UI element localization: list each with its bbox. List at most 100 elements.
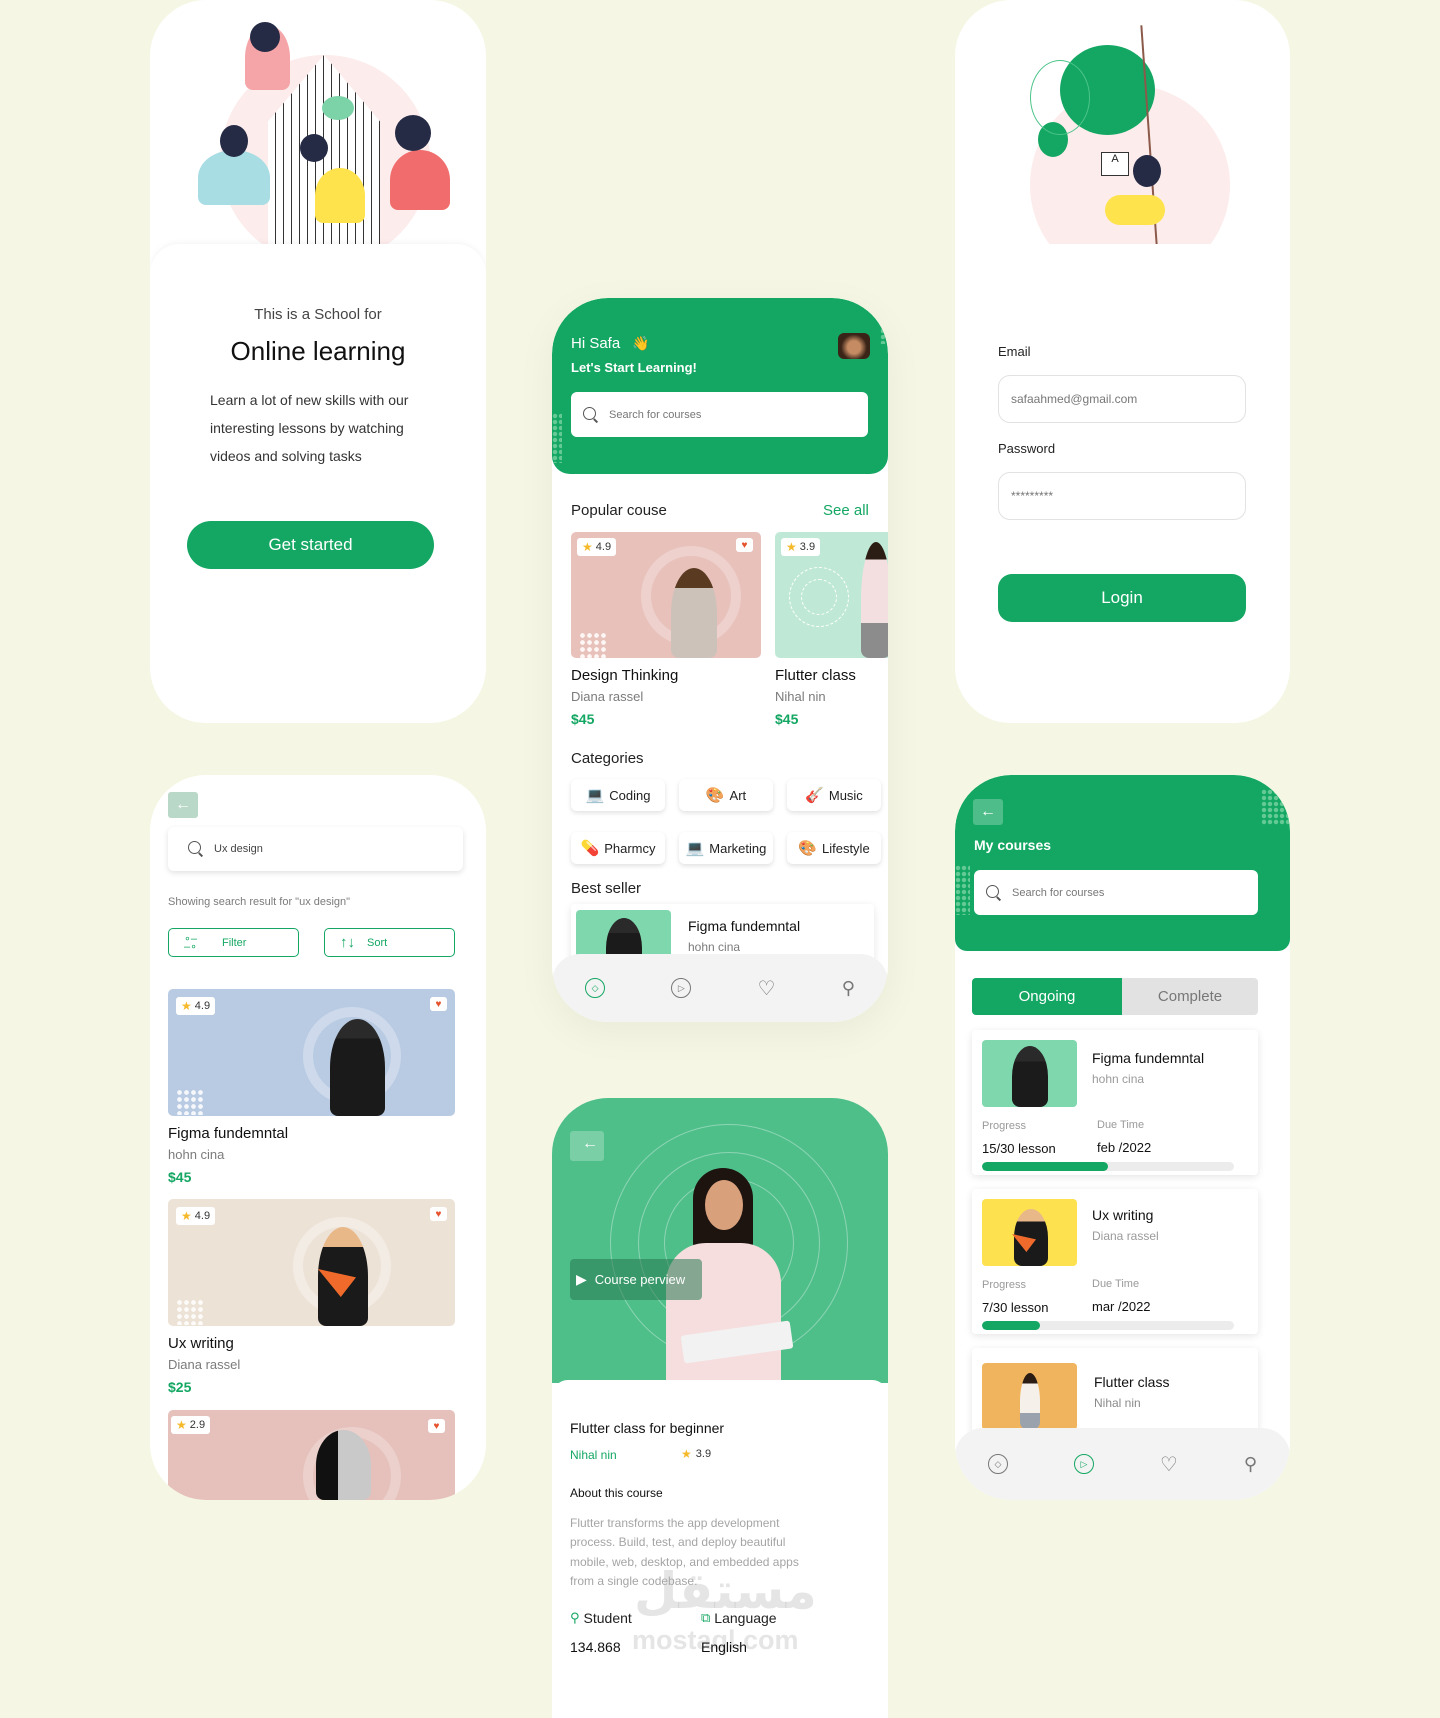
sort-button[interactable]: ↑↓ Sort xyxy=(324,928,455,957)
filter-label: Filter xyxy=(222,936,247,949)
description-line-1: Learn a lot of new skills with our xyxy=(210,392,409,408)
back-button[interactable]: ← xyxy=(168,792,198,818)
result-card[interactable]: ★ 4.9 ♥ xyxy=(168,1199,455,1326)
bottom-nav: ◇ ▷ ♡ ⚲ xyxy=(552,954,888,1022)
search-input[interactable]: Ux design xyxy=(168,827,463,871)
language-icon: ⧉ xyxy=(701,1610,711,1625)
login-button[interactable]: Login xyxy=(998,574,1246,622)
instructor-name[interactable]: Nihal nin xyxy=(570,1448,617,1462)
email-value: safaahmed@gmail.com xyxy=(1011,392,1138,406)
home-header: Hi Safa 👋 Let's Start Learning! Search f… xyxy=(552,298,888,474)
subtitle: Let's Start Learning! xyxy=(571,360,697,375)
rating-badge: ★ 2.9 xyxy=(171,1416,211,1434)
star-icon: ★ xyxy=(181,1209,192,1223)
decor-dots xyxy=(1261,789,1290,825)
thumb-ring xyxy=(801,579,837,615)
course-card[interactable]: ★ 4.9 ♥ xyxy=(571,532,761,658)
course-detail-screen: ▶ Course perview ← Flutter class for beg… xyxy=(552,1098,888,1718)
category-coding[interactable]: 💻 Coding xyxy=(571,779,665,811)
instructor-face xyxy=(705,1180,743,1230)
search-result-text: Showing search result for "ux design" xyxy=(168,896,351,908)
compass-icon[interactable]: ◇ xyxy=(987,1454,1008,1474)
rating-value: 3.9 xyxy=(695,1448,712,1460)
tab-ongoing[interactable]: Ongoing xyxy=(972,978,1122,1015)
category-pharmacy[interactable]: 💊 Pharmcy xyxy=(571,832,665,864)
progress-label: Progress xyxy=(982,1279,1027,1291)
ongoing-course-card[interactable]: Ux writing Diana rassel Progress Due Tim… xyxy=(972,1189,1258,1334)
course-title: Ux writing xyxy=(1092,1207,1154,1223)
get-started-button[interactable]: Get started xyxy=(187,521,434,569)
back-arrow-glyph: ← xyxy=(582,1135,598,1152)
email-field[interactable]: safaahmed@gmail.com xyxy=(998,375,1246,423)
person-red-head xyxy=(395,115,431,151)
person-red xyxy=(390,150,450,210)
due-date: mar /2022 xyxy=(1092,1299,1151,1314)
course-price: $25 xyxy=(168,1379,192,1395)
person-head xyxy=(1133,155,1161,187)
password-label: Password xyxy=(998,441,1056,456)
play-icon[interactable]: ▷ xyxy=(1073,1454,1094,1474)
decor-dots xyxy=(176,1089,204,1115)
favorite-button[interactable]: ♥ xyxy=(736,538,753,552)
category-music[interactable]: 🎸 Music xyxy=(787,779,881,811)
onboarding-card: This is a School for Online learning Lea… xyxy=(150,244,486,723)
my-courses-screen: ← My courses Search for courses Ongoing … xyxy=(955,775,1290,1500)
category-label: Art xyxy=(729,787,747,803)
back-button[interactable]: ← xyxy=(973,799,1003,825)
course-author: Nihal nin xyxy=(1094,1396,1141,1410)
compass-icon[interactable]: ◇ xyxy=(585,978,606,998)
laptop-icon: A xyxy=(1101,152,1129,176)
guitar-icon: 🎸 xyxy=(805,787,824,804)
home-screen: Hi Safa 👋 Let's Start Learning! Search f… xyxy=(552,298,888,1022)
course-card[interactable]: ★ 3.9 xyxy=(775,532,888,658)
ongoing-course-card[interactable]: Figma fundemntal hohn cina Progress Due … xyxy=(972,1030,1258,1175)
course-price: $45 xyxy=(168,1169,192,1185)
decor-dots xyxy=(176,1299,204,1325)
favorite-button[interactable]: ♥ xyxy=(428,1419,445,1433)
email-label: Email xyxy=(998,344,1031,359)
category-lifestyle[interactable]: 🎨 Lifestyle xyxy=(787,832,881,864)
profile-icon[interactable]: ⚲ xyxy=(1244,1454,1257,1475)
see-all-link[interactable]: See all xyxy=(823,502,869,519)
course-title: Flutter class xyxy=(775,667,856,684)
password-field[interactable]: ********* xyxy=(998,472,1246,520)
category-label: Coding xyxy=(609,787,651,803)
tree-outline xyxy=(1030,60,1090,135)
progress-bar xyxy=(982,1321,1234,1330)
language-stat: ⧉ Language xyxy=(701,1610,777,1626)
due-label: Due Time xyxy=(1092,1278,1140,1290)
favorite-button[interactable]: ♥ xyxy=(430,1207,447,1221)
search-input[interactable]: Search for courses xyxy=(571,392,868,437)
section-title-categories: Categories xyxy=(571,750,644,767)
laptop-icon: 💻 xyxy=(685,840,705,857)
category-art[interactable]: 🎨 Art xyxy=(679,779,773,811)
about-line-1: Flutter transforms the app development xyxy=(570,1516,780,1530)
heart-icon[interactable]: ♡ xyxy=(1160,1452,1178,1477)
login-screen: A Email safaahmed@gmail.com Password ***… xyxy=(955,0,1290,723)
favorite-button[interactable]: ♥ xyxy=(430,997,447,1011)
filter-button[interactable]: ∘– –∘ Filter xyxy=(168,928,299,957)
course-preview-button[interactable]: ▶ Course perview xyxy=(570,1259,702,1300)
result-card[interactable]: ★ 4.9 ♥ xyxy=(168,989,455,1116)
category-marketing[interactable]: 💻 Marketing xyxy=(679,832,773,864)
search-input[interactable]: Search for courses xyxy=(974,870,1258,915)
laptop-icon: 💻 xyxy=(585,787,605,804)
course-title: Ux writing xyxy=(168,1335,234,1352)
about-line-2: process. Build, test, and deploy beautif… xyxy=(570,1535,786,1549)
course-title: Figma fundemntal xyxy=(688,918,801,934)
decor-dots-left xyxy=(955,865,970,915)
course-title: Design Thinking xyxy=(571,667,679,684)
search-query: Ux design xyxy=(214,843,263,855)
result-card[interactable]: ★ 2.9 ♥ xyxy=(168,1410,455,1500)
star-icon: ★ xyxy=(176,1418,187,1432)
rating-row: ★ 3.9 xyxy=(681,1447,711,1461)
play-icon[interactable]: ▷ xyxy=(671,978,692,998)
instructor-figure xyxy=(316,1430,371,1500)
person-blue xyxy=(198,150,270,205)
due-label: Due Time xyxy=(1097,1119,1145,1131)
heart-icon[interactable]: ♡ xyxy=(758,976,776,1001)
profile-icon[interactable]: ⚲ xyxy=(842,978,855,999)
rating-badge: ★ 4.9 xyxy=(176,1207,216,1225)
tab-complete[interactable]: Complete xyxy=(1122,978,1258,1015)
avatar[interactable] xyxy=(838,333,870,359)
